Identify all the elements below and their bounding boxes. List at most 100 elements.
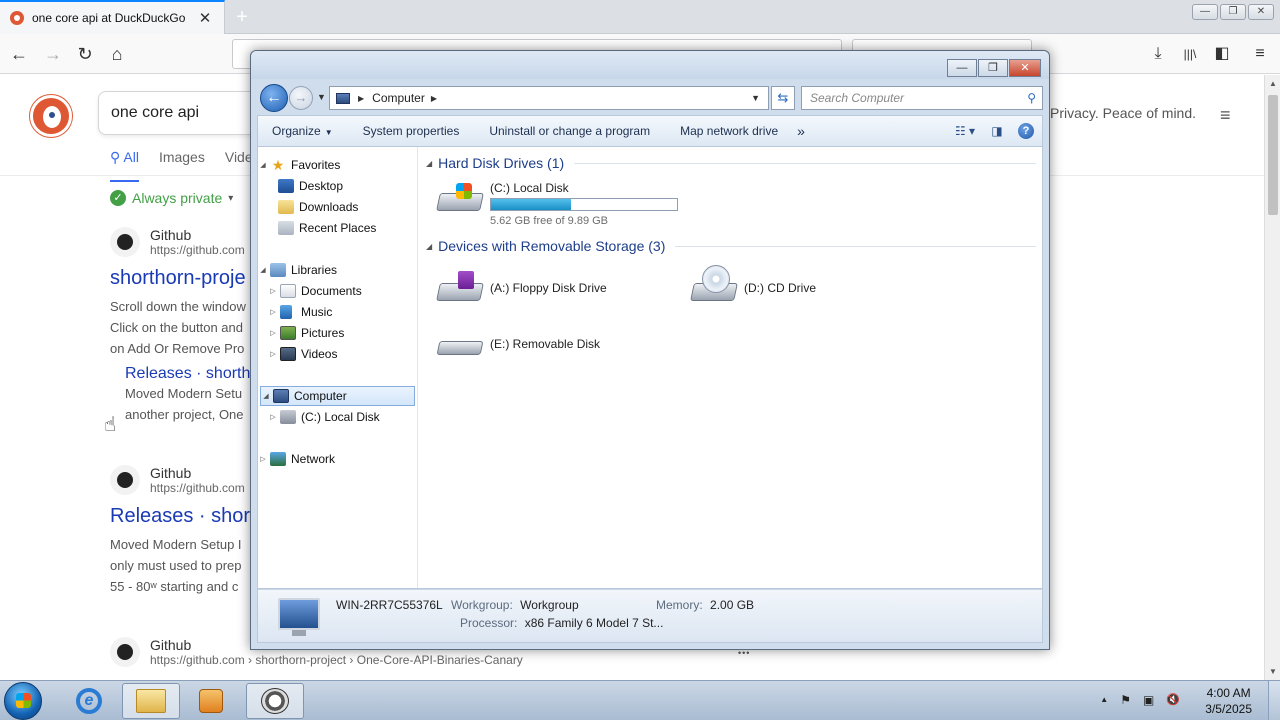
close-window-button[interactable]: ✕ <box>1009 59 1041 77</box>
explorer-body: ◢ ★ Favorites Desktop Downloads Recent P… <box>257 147 1043 589</box>
page-scrollbar[interactable]: ▲ ▼ <box>1264 75 1280 680</box>
chevron-right-icon[interactable]: ▶ <box>431 94 437 103</box>
taskbar-file-explorer[interactable] <box>122 683 180 719</box>
local-disk-icon <box>280 410 296 424</box>
tree-item-desktop[interactable]: Desktop <box>258 176 417 196</box>
expand-icon[interactable]: ▷ <box>268 308 278 316</box>
forward-button[interactable]: → <box>289 86 313 110</box>
sidebar-icon[interactable]: ◧ <box>1210 42 1234 66</box>
organize-button[interactable]: Organize ▼ <box>258 124 348 138</box>
network-icon <box>270 452 286 466</box>
chevron-right-icon[interactable]: ▶ <box>358 94 364 103</box>
drive-d[interactable]: (D:) CD Drive <box>690 265 816 307</box>
tree-item-computer[interactable]: ◢ Computer <box>260 386 415 406</box>
expand-icon[interactable]: ▷ <box>268 413 278 421</box>
recent-pages-dropdown-icon[interactable]: ▼ <box>317 92 326 102</box>
tree-item-music[interactable]: ▷ Music <box>258 302 417 322</box>
group-header-removable-storage[interactable]: ◢ Devices with Removable Storage (3) <box>426 238 1036 254</box>
library-icon[interactable]: |||\ <box>1178 42 1202 66</box>
explorer-title-bar[interactable]: — ❐ ✕ <box>251 51 1049 79</box>
reload-button[interactable]: ↻ <box>72 42 98 66</box>
taskbar-media-player[interactable] <box>182 683 240 719</box>
more-commands-button[interactable]: » <box>793 123 809 139</box>
view-options-icon[interactable]: ☷ ▾ <box>954 121 976 141</box>
show-hidden-icons-icon[interactable]: ▲ <box>1100 693 1108 707</box>
tree-item-favorites[interactable]: ◢ ★ Favorites <box>258 155 417 175</box>
home-button[interactable]: ⌂ <box>104 42 130 66</box>
taskbar-clock[interactable]: 4:00 AM 3/5/2025 <box>1205 685 1252 717</box>
privacy-toggle[interactable]: ✓ Always private ▾ <box>110 190 233 206</box>
taskbar-internet-explorer[interactable]: e <box>60 683 118 719</box>
chevron-down-icon: ▾ <box>228 192 234 204</box>
action-center-flag-icon[interactable]: ⚑ <box>1120 693 1131 707</box>
minimize-button[interactable]: — <box>1192 4 1218 20</box>
downloads-icon[interactable]: ⤓ <box>1146 42 1170 66</box>
scrollbar-thumb[interactable] <box>1268 95 1278 215</box>
address-crumb[interactable]: Computer <box>372 91 425 105</box>
volume-muted-icon[interactable]: 🔇 <box>1166 693 1180 707</box>
start-button[interactable] <box>4 682 42 720</box>
maximize-button[interactable]: ❐ <box>1220 4 1246 20</box>
drive-a[interactable]: (A:) Floppy Disk Drive <box>436 271 607 307</box>
back-button[interactable]: ← <box>260 84 288 112</box>
downloads-folder-icon <box>278 200 294 214</box>
address-dropdown-icon[interactable]: ▼ <box>751 93 760 103</box>
tree-item-libraries[interactable]: ◢ Libraries <box>258 260 417 280</box>
taskbar-browser[interactable] <box>246 683 304 719</box>
collapse-icon[interactable]: ◢ <box>258 266 268 274</box>
collapse-icon[interactable]: ◢ <box>261 392 271 400</box>
tree-item-pictures[interactable]: ▷ Pictures <box>258 323 417 343</box>
address-bar[interactable]: ▶ Computer ▶ ▼ <box>329 86 769 110</box>
preview-pane-icon[interactable]: ◨ <box>986 121 1008 141</box>
result-url[interactable]: https://github.com › shorthorn-project ›… <box>150 653 523 667</box>
system-properties-button[interactable]: System properties <box>348 124 475 138</box>
scroll-down-icon[interactable]: ▼ <box>1269 667 1277 676</box>
tab-close-icon[interactable]: ✕ <box>196 9 214 27</box>
uninstall-program-button[interactable]: Uninstall or change a program <box>474 124 665 138</box>
tree-item-recent-places[interactable]: Recent Places <box>258 218 417 238</box>
result-url[interactable]: https://github.com <box>150 481 245 495</box>
ddg-menu-icon[interactable]: ≡ <box>1220 105 1231 126</box>
refresh-icon[interactable]: ⇆ <box>771 86 795 110</box>
maximize-button[interactable]: ❐ <box>978 59 1008 77</box>
help-icon[interactable]: ? <box>1018 123 1034 139</box>
collapse-icon[interactable]: ◢ <box>426 242 432 251</box>
duckduckgo-logo[interactable] <box>30 95 72 137</box>
tree-item-network[interactable]: ▷ Network <box>258 449 417 469</box>
search-input[interactable]: Search Computer ⚲ <box>801 86 1043 110</box>
hamburger-menu-icon[interactable]: ≡ <box>1248 42 1272 66</box>
map-network-drive-button[interactable]: Map network drive <box>665 124 793 138</box>
scroll-up-icon[interactable]: ▲ <box>1269 79 1277 88</box>
libraries-icon <box>270 263 286 277</box>
group-header-hard-disk-drives[interactable]: ◢ Hard Disk Drives (1) <box>426 155 1036 171</box>
new-tab-button[interactable]: + <box>232 6 252 29</box>
expand-icon[interactable]: ▷ <box>268 287 278 295</box>
search-icon: ⚲ <box>110 149 124 165</box>
tree-item-documents[interactable]: ▷ Documents <box>258 281 417 301</box>
close-window-button[interactable]: ✕ <box>1248 4 1274 20</box>
drive-e[interactable]: (E:) Removable Disk <box>436 327 600 363</box>
minimize-button[interactable]: — <box>947 59 977 77</box>
tab-videos[interactable]: Vide <box>225 149 253 182</box>
result-url[interactable]: https://github.com <box>150 243 245 257</box>
cd-drive-icon <box>690 265 738 307</box>
collapse-icon[interactable]: ◢ <box>426 159 432 168</box>
search-icon[interactable]: ⚲ <box>1027 87 1036 109</box>
drive-c[interactable]: (C:) Local Disk 5.62 GB free of 9.89 GB <box>436 181 678 227</box>
tab-all[interactable]: ⚲ All <box>110 149 139 182</box>
expand-icon[interactable]: ▷ <box>268 350 278 358</box>
ddg-tagline: Privacy. Peace of mind. <box>1050 105 1197 121</box>
back-button[interactable]: ← <box>6 42 32 66</box>
network-icon[interactable]: ▣ <box>1143 693 1154 707</box>
expand-icon[interactable]: ▷ <box>268 329 278 337</box>
forward-button[interactable]: → <box>40 42 66 66</box>
browser-tab[interactable]: one core api at DuckDuckGo ✕ <box>0 0 225 34</box>
show-desktop-button[interactable] <box>1268 681 1280 720</box>
tree-item-local-disk[interactable]: ▷ (C:) Local Disk <box>258 407 417 427</box>
collapse-icon[interactable]: ◢ <box>258 161 268 169</box>
tab-images[interactable]: Images <box>159 149 205 182</box>
floppy-drive-icon <box>436 271 484 307</box>
tree-item-downloads[interactable]: Downloads <box>258 197 417 217</box>
tree-item-videos[interactable]: ▷ Videos <box>258 344 417 364</box>
expand-icon[interactable]: ▷ <box>258 455 268 463</box>
